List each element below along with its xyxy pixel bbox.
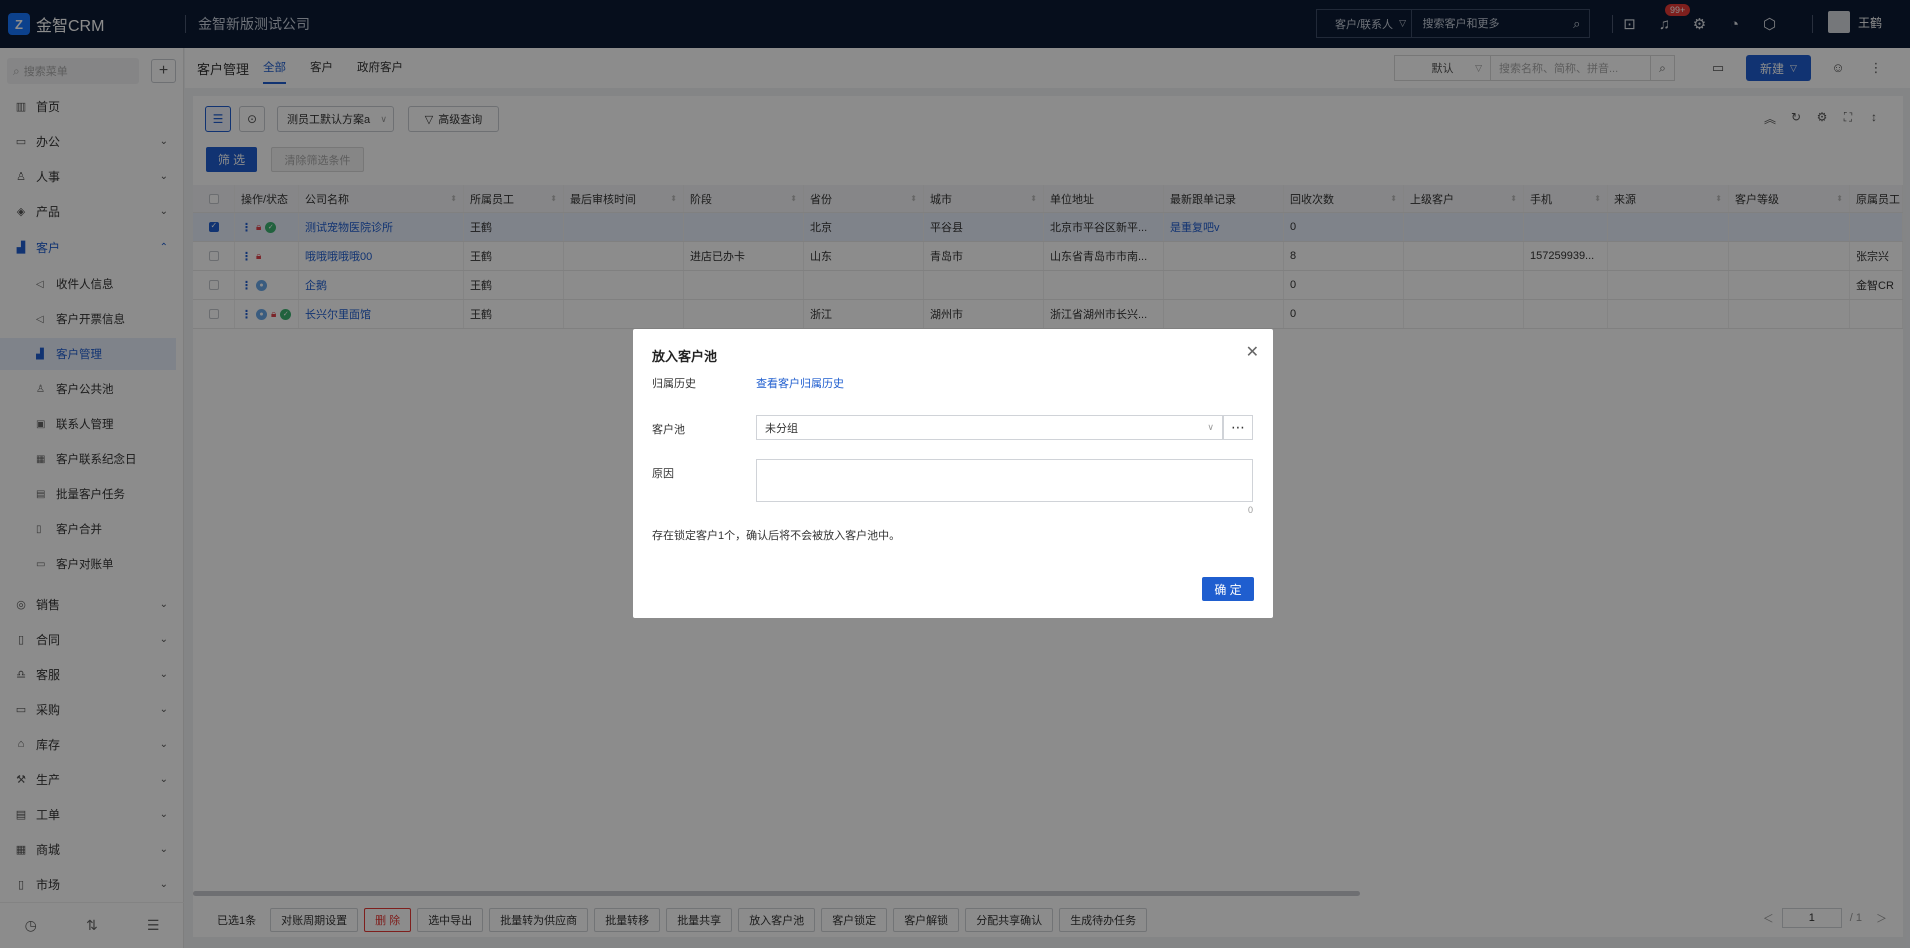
put-into-pool-dialog: 放入客户池 ✕ 归属历史 查看客户归属历史 客户池 未分组 ∨ ⋯ 原因 0 存… xyxy=(633,329,1273,618)
pool-select-value: 未分组 xyxy=(765,422,798,435)
reason-textarea[interactable] xyxy=(756,459,1253,502)
history-label: 归属历史 xyxy=(652,378,696,390)
reason-label: 原因 xyxy=(652,468,674,480)
pool-select[interactable]: 未分组 ∨ xyxy=(756,415,1223,440)
pool-more-button[interactable]: ⋯ xyxy=(1223,415,1253,440)
view-history-link[interactable]: 查看客户归属历史 xyxy=(756,375,844,391)
close-icon[interactable]: ✕ xyxy=(1246,342,1259,362)
dialog-title: 放入客户池 xyxy=(652,349,718,364)
reason-char-count: 0 xyxy=(1247,505,1253,515)
pool-label: 客户池 xyxy=(652,424,685,436)
chevron-down-icon: ∨ xyxy=(1207,422,1214,432)
confirm-button[interactable]: 确 定 xyxy=(1202,577,1254,601)
locked-customer-note: 存在锁定客户1个，确认后将不会被放入客户池中。 xyxy=(652,530,901,542)
